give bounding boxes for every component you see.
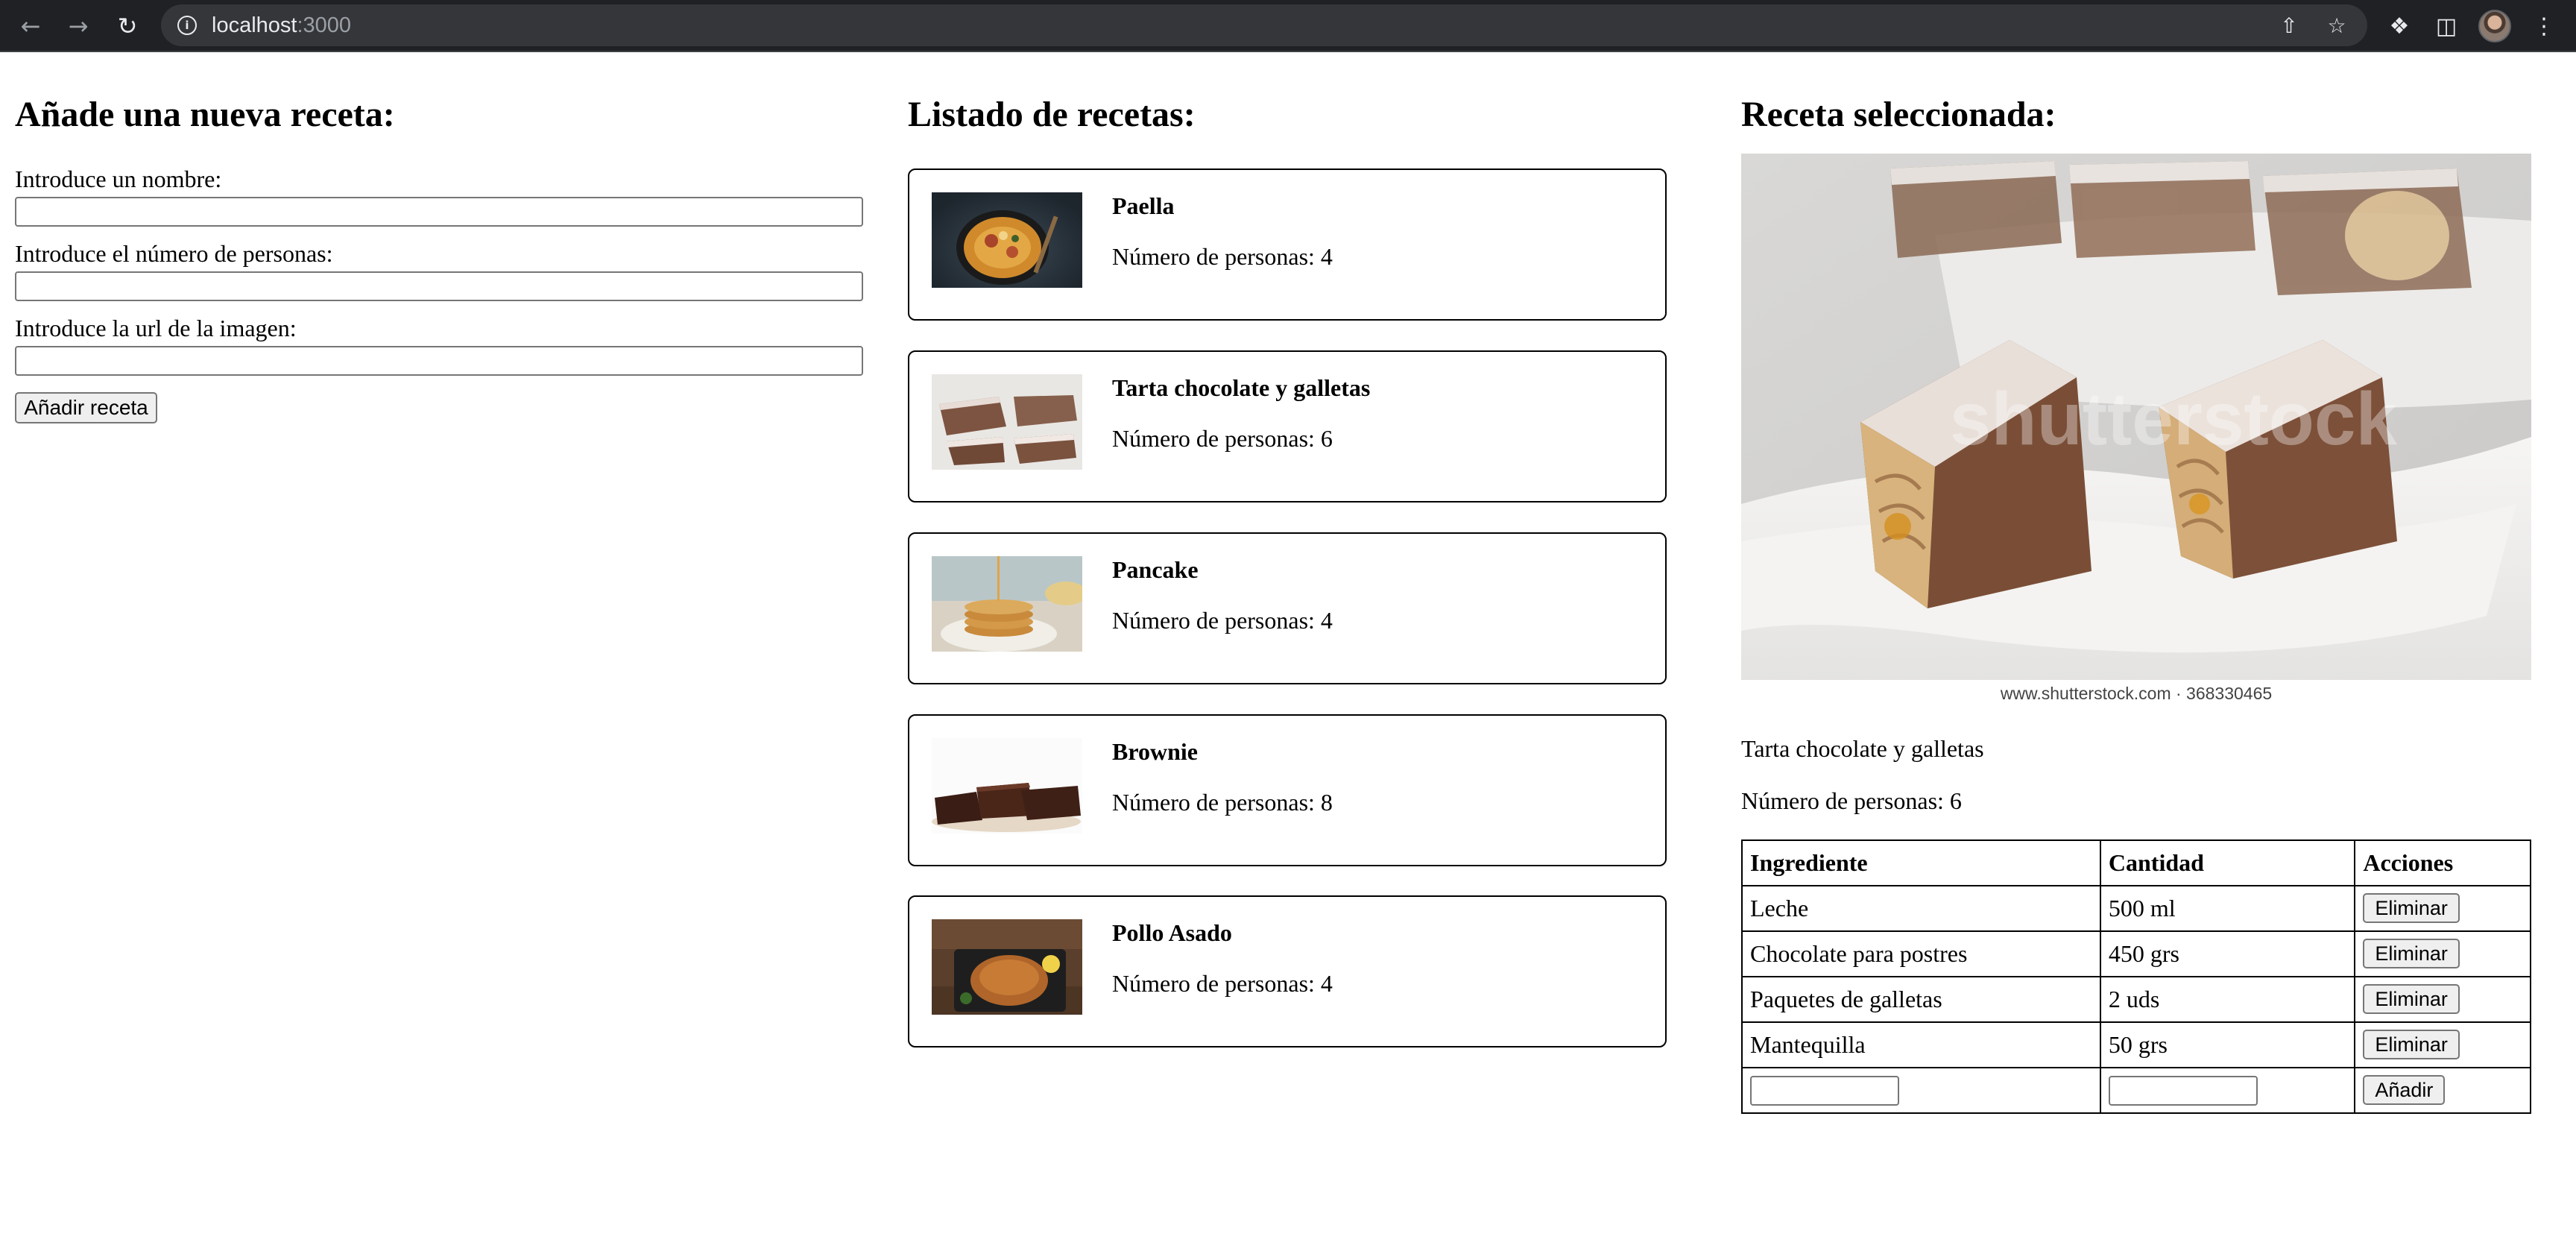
ingredient-cell: Leche: [1741, 885, 2101, 932]
ingredient-cell: Paquetes de galletas: [1741, 976, 2101, 1023]
table-row: Leche 500 ml Eliminar: [1741, 885, 2531, 932]
header-quantity: Cantidad: [2099, 839, 2356, 886]
bookmark-star-icon[interactable]: ☆: [2322, 10, 2352, 40]
table-row: Mantequilla 50 grs Eliminar: [1741, 1021, 2531, 1068]
new-quantity-input[interactable]: [2108, 1076, 2258, 1106]
recipe-people: Número de personas: 6: [1112, 425, 1333, 452]
actions-cell: Eliminar: [2354, 976, 2531, 1023]
list-title: Listado de recetas:: [908, 95, 1196, 134]
side-panel-icon[interactable]: ◫: [2428, 7, 2465, 45]
recipe-card-pollo-asado[interactable]: Pollo Asado Número de personas: 4: [908, 895, 1667, 1048]
quantity-cell: 2 uds: [2099, 976, 2356, 1023]
ingredient-cell: Mantequilla: [1741, 1021, 2101, 1068]
new-quantity-cell: [2099, 1067, 2356, 1114]
recipe-name: Paella: [1112, 192, 1175, 219]
image-url-label: Introduce la url de la imagen:: [15, 315, 297, 341]
selected-title: Receta seleccionada:: [1741, 95, 2056, 134]
quantity-cell: 500 ml: [2099, 885, 2356, 932]
watermark-text: shutterstock: [1950, 377, 2398, 461]
recipe-people: Número de personas: 4: [1112, 607, 1333, 634]
image-url-input[interactable]: [15, 346, 863, 376]
new-ingredient-cell: [1741, 1067, 2101, 1114]
ingredient-cell: Chocolate para postres: [1741, 930, 2101, 977]
add-ingredient-button[interactable]: Añadir: [2363, 1074, 2446, 1105]
share-icon[interactable]: ⇧: [2274, 10, 2304, 40]
recipe-card-paella[interactable]: Paella Número de personas: 4: [908, 168, 1667, 321]
people-label: Introduce el número de personas:: [15, 240, 333, 267]
back-arrow-icon[interactable]: ←: [12, 7, 49, 45]
brownie-thumbnail: [932, 738, 1082, 841]
selected-recipe-image: shutterstock: [1741, 154, 2531, 680]
quantity-cell: 450 grs: [2099, 930, 2356, 977]
form-title: Añade una nueva receta:: [15, 95, 395, 134]
pancake-thumbnail: [932, 556, 1082, 659]
delete-button[interactable]: Eliminar: [2363, 1029, 2460, 1059]
actions-cell: Eliminar: [2354, 885, 2531, 932]
recipe-people: Número de personas: 4: [1112, 970, 1333, 997]
recipe-name: Tarta chocolate y galletas: [1112, 374, 1371, 401]
recipe-people: Número de personas: 8: [1112, 789, 1333, 816]
recipe-card-tarta-chocolate[interactable]: Tarta chocolate y galletas Número de per…: [908, 350, 1667, 503]
reload-icon[interactable]: ↻: [109, 7, 146, 45]
recipe-name: Brownie: [1112, 738, 1198, 765]
recipe-name: Pancake: [1112, 556, 1199, 583]
add-action-cell: Añadir: [2354, 1067, 2531, 1114]
table-row: Chocolate para postres 450 grs Eliminar: [1741, 930, 2531, 977]
people-input[interactable]: [15, 271, 863, 301]
selected-recipe-people: Número de personas: 6: [1741, 787, 1962, 814]
url-text[interactable]: localhost:3000: [212, 4, 351, 46]
extensions-puzzle-icon[interactable]: ❖: [2381, 7, 2418, 45]
chocolate-cake-thumbnail: [932, 374, 1082, 477]
recipe-card-pancake[interactable]: Pancake Número de personas: 4: [908, 532, 1667, 684]
table-header-row: Ingrediente Cantidad Acciones: [1741, 839, 2531, 886]
recipe-name: Pollo Asado: [1112, 919, 1232, 946]
delete-button[interactable]: Eliminar: [2363, 983, 2460, 1014]
new-ingredient-input[interactable]: [1750, 1076, 1899, 1106]
add-recipe-button[interactable]: Añadir receta: [15, 392, 157, 423]
roast-chicken-thumbnail: [932, 919, 1082, 1022]
delete-button[interactable]: Eliminar: [2363, 892, 2460, 923]
actions-cell: Eliminar: [2354, 930, 2531, 977]
header-actions: Acciones: [2354, 839, 2531, 886]
menu-kebab-icon[interactable]: ⋮: [2525, 7, 2563, 45]
paella-thumbnail: [932, 192, 1082, 295]
add-ingredient-row: Añadir: [1741, 1067, 2531, 1114]
recipe-people: Número de personas: 4: [1112, 243, 1333, 270]
address-bar[interactable]: i localhost:3000 ⇧ ☆: [161, 4, 2367, 46]
delete-button[interactable]: Eliminar: [2363, 938, 2460, 968]
selected-recipe-name: Tarta chocolate y galletas: [1741, 735, 1984, 762]
header-ingredient: Ingrediente: [1741, 839, 2101, 886]
table-row: Paquetes de galletas 2 uds Eliminar: [1741, 976, 2531, 1023]
recipe-card-brownie[interactable]: Brownie Número de personas: 8: [908, 714, 1667, 866]
ingredients-table: Ingrediente Cantidad Acciones Leche 500 …: [1741, 839, 2531, 1114]
name-label: Introduce un nombre:: [15, 166, 222, 192]
browser-toolbar: ← → ↻ i localhost:3000 ⇧ ☆ ❖ ◫ ⋮: [0, 0, 2576, 52]
forward-arrow-icon[interactable]: →: [60, 7, 97, 45]
actions-cell: Eliminar: [2354, 1021, 2531, 1068]
quantity-cell: 50 grs: [2099, 1021, 2356, 1068]
site-info-icon[interactable]: i: [177, 16, 197, 35]
profile-avatar[interactable]: [2478, 10, 2511, 42]
image-caption: www.shutterstock.com · 368330465: [1741, 680, 2531, 710]
name-input[interactable]: [15, 197, 863, 227]
